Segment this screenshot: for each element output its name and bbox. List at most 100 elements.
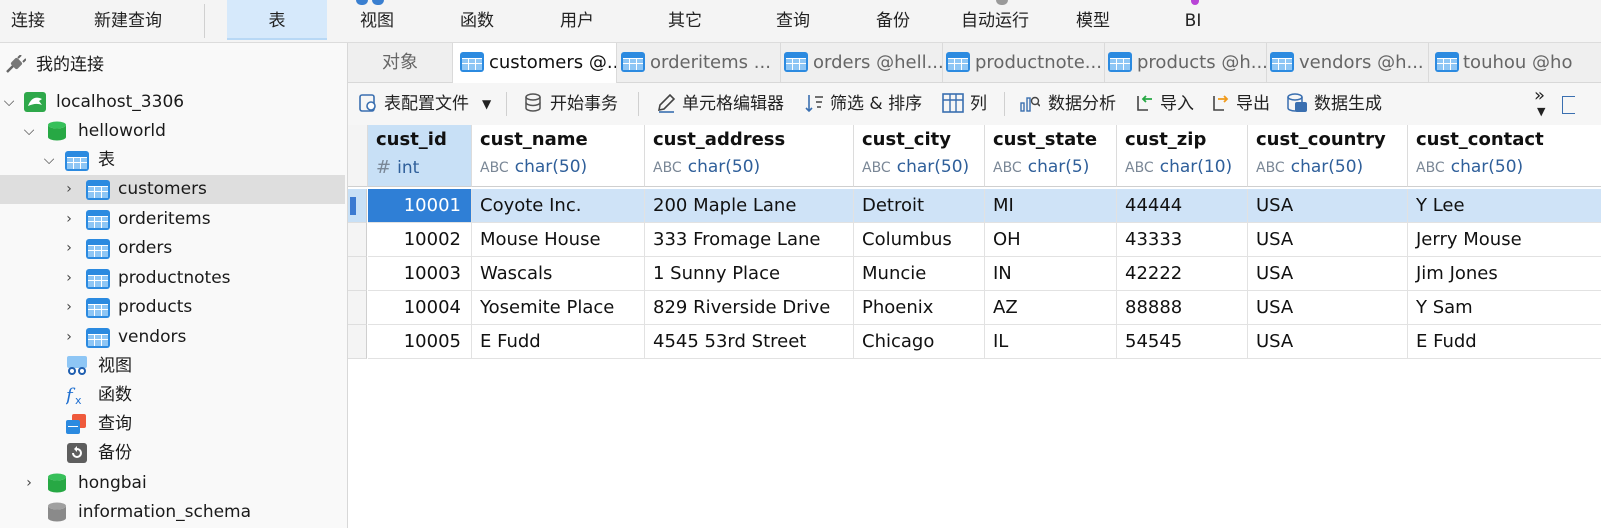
cell[interactable]: Y Sam <box>1408 291 1601 325</box>
tab-products[interactable]: products @h... <box>1105 43 1267 82</box>
menu-new-query[interactable]: 新建查询 <box>78 0 178 42</box>
menu-automation[interactable]: 自动运行 <box>950 0 1040 42</box>
cell[interactable]: IL <box>985 325 1117 359</box>
chevron-right-icon[interactable]: › <box>62 205 76 234</box>
cell[interactable]: 200 Maple Lane <box>645 189 854 223</box>
menu-views[interactable]: 视图 <box>340 0 414 42</box>
cell[interactable]: 1 Sunny Place <box>645 257 854 291</box>
column-header-cust-zip[interactable]: cust_zip ABC char(10) <box>1117 125 1248 187</box>
cell[interactable]: Jim Jones <box>1408 257 1601 291</box>
cell[interactable]: Phoenix <box>854 291 985 325</box>
cell[interactable]: Yosemite Place <box>472 291 645 325</box>
cell[interactable]: 10005 <box>368 325 472 359</box>
cell[interactable]: 10001 <box>368 189 472 223</box>
tab-objects[interactable]: 对象 <box>348 43 453 82</box>
tree-connection-localhost[interactable]: ⌵ localhost_3306 <box>0 88 347 117</box>
cell[interactable]: Muncie <box>854 257 985 291</box>
menu-others[interactable]: 其它 <box>648 0 722 42</box>
menu-functions[interactable]: 函数 <box>440 0 514 42</box>
chevron-down-icon[interactable]: ⌵ <box>22 117 36 146</box>
chevron-right-icon[interactable]: › <box>62 234 76 263</box>
cell[interactable]: USA <box>1248 325 1408 359</box>
more-tools-button[interactable]: » ▼ <box>1534 83 1545 125</box>
tree-table-products[interactable]: › products <box>0 293 347 322</box>
cell[interactable]: Coyote Inc. <box>472 189 645 223</box>
menu-queries[interactable]: 查询 <box>756 0 830 42</box>
cell[interactable]: 10004 <box>368 291 472 325</box>
tree-database-hongbai[interactable]: › hongbai <box>0 469 347 498</box>
tree-group-backups[interactable]: 备份 <box>0 439 347 468</box>
cell[interactable]: Jerry Mouse <box>1408 223 1601 257</box>
chevron-down-icon[interactable]: ⌵ <box>2 88 16 117</box>
chevron-right-icon[interactable]: › <box>22 469 36 498</box>
cell[interactable]: 54545 <box>1117 325 1248 359</box>
column-header-cust-country[interactable]: cust_country ABC char(50) <box>1248 125 1408 187</box>
cell[interactable]: 42222 <box>1117 257 1248 291</box>
chevron-right-icon[interactable]: › <box>62 175 76 204</box>
cell[interactable]: Wascals <box>472 257 645 291</box>
cell[interactable]: IN <box>985 257 1117 291</box>
cell[interactable]: Mouse House <box>472 223 645 257</box>
menu-users[interactable]: 用户 <box>540 0 614 42</box>
tab-productnotes[interactable]: productnote... <box>943 43 1105 82</box>
cell[interactable]: 44444 <box>1117 189 1248 223</box>
tree-database-information-schema[interactable]: information_schema <box>0 498 347 527</box>
tree-group-queries[interactable]: 查询 <box>0 410 347 439</box>
cell[interactable]: 333 Fromage Lane <box>645 223 854 257</box>
tab-vendors[interactable]: vendors @h... <box>1267 43 1429 82</box>
menu-bi[interactable]: BI <box>1170 0 1216 42</box>
cell[interactable]: E Fudd <box>472 325 645 359</box>
tree-group-views[interactable]: 视图 <box>0 352 347 381</box>
cell[interactable]: E Fudd <box>1408 325 1601 359</box>
cell[interactable]: MI <box>985 189 1117 223</box>
row-selector[interactable] <box>348 257 367 291</box>
tree-table-vendors[interactable]: › vendors <box>0 323 347 352</box>
cell[interactable]: 10002 <box>368 223 472 257</box>
tree-group-tables[interactable]: ⌵ 表 <box>0 146 347 175</box>
column-header-cust-contact[interactable]: cust_contact ABC char(50) <box>1408 125 1601 187</box>
menu-backup[interactable]: 备份 <box>856 0 930 42</box>
tab-customers[interactable]: customers @... <box>453 43 617 83</box>
row-selector[interactable] <box>348 223 367 257</box>
menu-connect[interactable]: 连接 <box>0 0 56 42</box>
tree-table-customers[interactable]: › customers <box>0 175 345 204</box>
row-selector[interactable] <box>348 189 367 223</box>
cell[interactable]: Y Lee <box>1408 189 1601 223</box>
cell[interactable]: Columbus <box>854 223 985 257</box>
tab-orders[interactable]: orders @hell... <box>781 43 943 82</box>
cell[interactable]: 88888 <box>1117 291 1248 325</box>
cell[interactable]: OH <box>985 223 1117 257</box>
cell[interactable]: USA <box>1248 189 1408 223</box>
cell[interactable]: 10003 <box>368 257 472 291</box>
grid-corner[interactable] <box>348 125 368 187</box>
column-header-cust-city[interactable]: cust_city ABC char(50) <box>854 125 985 187</box>
cell[interactable]: USA <box>1248 223 1408 257</box>
row-selector[interactable] <box>348 325 367 359</box>
menu-tables[interactable]: 表 <box>227 0 327 40</box>
cell[interactable]: 4545 53rd Street <box>645 325 854 359</box>
column-header-cust-id[interactable]: cust_id # int <box>368 125 472 187</box>
cell[interactable]: USA <box>1248 291 1408 325</box>
dropdown-caret-icon[interactable]: ▼ <box>482 83 491 125</box>
cell[interactable]: 829 Riverside Drive <box>645 291 854 325</box>
chevron-down-icon[interactable]: ⌵ <box>42 146 56 175</box>
chevron-right-icon[interactable]: › <box>62 323 76 352</box>
tree-table-productnotes[interactable]: › productnotes <box>0 264 347 293</box>
panel-toggle-icon[interactable] <box>1562 96 1575 114</box>
tree-database-helloworld[interactable]: ⌵ helloworld <box>0 117 347 146</box>
cell[interactable]: Detroit <box>854 189 985 223</box>
row-selector[interactable] <box>348 291 367 325</box>
tree-table-orders[interactable]: › orders <box>0 234 347 263</box>
column-header-cust-state[interactable]: cust_state ABC char(5) <box>985 125 1117 187</box>
chevron-right-icon[interactable]: › <box>62 293 76 322</box>
tree-table-orderitems[interactable]: › orderitems <box>0 205 347 234</box>
tree-group-functions[interactable]: f x 函数 <box>0 381 347 410</box>
cell[interactable]: Chicago <box>854 325 985 359</box>
cell[interactable]: AZ <box>985 291 1117 325</box>
cell[interactable]: 43333 <box>1117 223 1248 257</box>
chevron-right-icon[interactable]: › <box>62 264 76 293</box>
tab-orderitems[interactable]: orderitems ... <box>617 43 781 82</box>
cell[interactable]: USA <box>1248 257 1408 291</box>
tab-touhou[interactable]: touhou @ho <box>1429 43 1601 82</box>
column-header-cust-name[interactable]: cust_name ABC char(50) <box>472 125 645 187</box>
